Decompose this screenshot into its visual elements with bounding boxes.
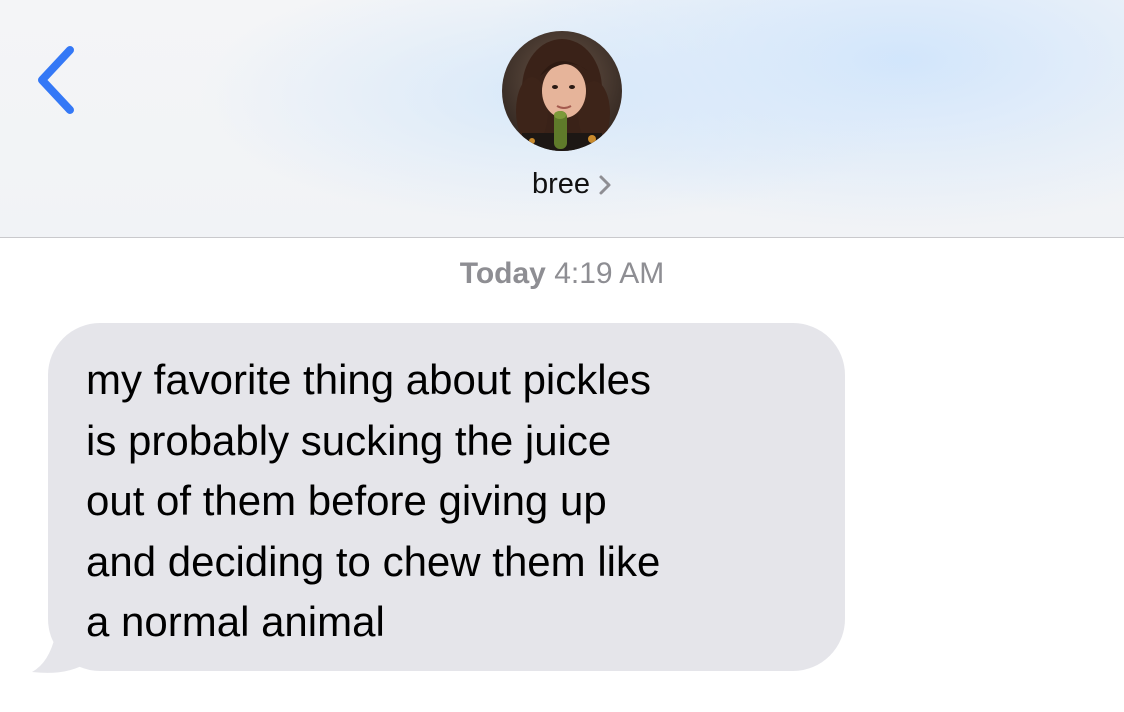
message-line: is probably sucking the juice xyxy=(86,416,612,464)
chevron-right-icon xyxy=(599,175,611,194)
back-button[interactable] xyxy=(30,42,90,118)
contact-name: bree xyxy=(531,168,591,200)
message-line: a normal animal xyxy=(86,598,385,645)
message-timestamp: Today 4:19 AM xyxy=(0,257,1124,291)
chevron-left-icon xyxy=(38,46,74,114)
contact-name-button[interactable]: bree xyxy=(0,168,1124,201)
contact-photo xyxy=(502,31,622,151)
avatar[interactable] xyxy=(502,31,622,151)
message-line: my favorite thing about pickles xyxy=(86,356,651,403)
timestamp-time: 4:19 AM xyxy=(554,257,665,290)
message-line: and deciding to chew them like xyxy=(86,537,661,585)
message-line: out of them before giving up xyxy=(86,477,607,524)
message-text: my favorite thing about pickles is proba… xyxy=(86,350,826,653)
timestamp-day: Today xyxy=(459,257,546,290)
conversation-header: bree xyxy=(0,0,1124,238)
